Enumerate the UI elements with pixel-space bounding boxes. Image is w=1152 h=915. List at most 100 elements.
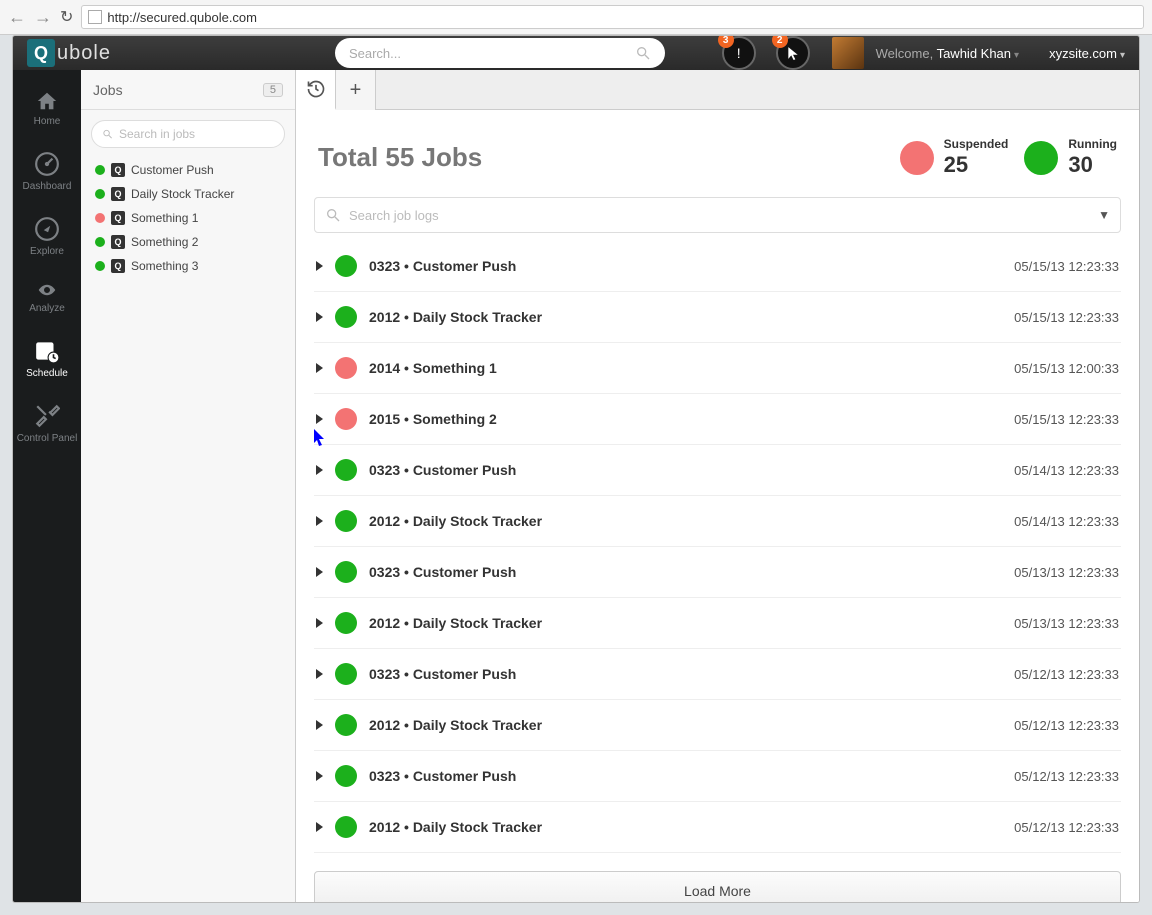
- expand-triangle-icon[interactable]: [316, 312, 323, 322]
- jobs-list-item[interactable]: QCustomer Push: [91, 158, 285, 182]
- status-dot-icon: [95, 189, 105, 199]
- home-icon: [34, 90, 60, 112]
- jobs-list-item[interactable]: QDaily Stock Tracker: [91, 182, 285, 206]
- log-search-input[interactable]: [349, 208, 1090, 223]
- log-row[interactable]: 2012 • Daily Stock Tracker 05/14/13 12:23…: [314, 496, 1121, 547]
- stat-running: Running 30: [1024, 138, 1117, 177]
- expand-triangle-icon[interactable]: [316, 363, 323, 373]
- jobs-summary: Total 55 Jobs Suspended 25: [314, 110, 1121, 197]
- tab-history[interactable]: [296, 70, 336, 110]
- nav-explore-label: Explore: [30, 246, 64, 257]
- log-row[interactable]: 2015 • Something 205/15/13 12:23:33: [314, 394, 1121, 445]
- alerts-button[interactable]: 3 !: [722, 36, 756, 70]
- log-timestamp: 05/12/13 12:23:33: [1014, 769, 1119, 784]
- query-chip-icon: Q: [111, 235, 125, 249]
- status-dot-icon: [335, 663, 357, 685]
- site-dropdown-label: xyzsite.com: [1049, 46, 1117, 61]
- log-row[interactable]: 2012 • Daily Stock Tracker05/12/13 12:23…: [314, 802, 1121, 853]
- global-search-input[interactable]: [349, 46, 635, 61]
- log-row[interactable]: 0323 • Customer Push05/15/13 12:23:33: [314, 241, 1121, 292]
- jobs-list-item[interactable]: Q Something 3: [91, 254, 285, 278]
- expand-triangle-icon[interactable]: [316, 414, 323, 424]
- nav-analyze[interactable]: Analyze: [13, 271, 81, 328]
- log-timestamp: 05/14/13 12:23:33: [1014, 463, 1119, 478]
- log-row[interactable]: 0323 • Customer Push05/12/13 12:23:33: [314, 649, 1121, 700]
- chevron-down-icon[interactable]: ▾: [1014, 50, 1019, 61]
- status-dot-icon: [335, 765, 357, 787]
- jobs-search-input[interactable]: [119, 127, 274, 141]
- log-row[interactable]: 0323 • Customer Push05/14/13 12:23:33: [314, 445, 1121, 496]
- jobs-item-label: Something 3: [131, 259, 198, 273]
- log-timestamp: 05/15/13 12:23:33: [1014, 259, 1119, 274]
- status-dot-icon: [335, 714, 357, 736]
- nav-control-panel[interactable]: Control Panel: [13, 393, 81, 458]
- flag-button[interactable]: 2: [776, 36, 810, 70]
- expand-triangle-icon[interactable]: [316, 261, 323, 271]
- log-text: 2014 • Something 1: [369, 360, 497, 376]
- expand-triangle-icon[interactable]: [316, 465, 323, 475]
- jobs-sidebar: Jobs 5 QCustomer PushQDaily Stock Tracke…: [81, 70, 296, 903]
- suspended-count: 25: [944, 152, 1009, 177]
- flag-badge: 2: [772, 35, 788, 48]
- log-row[interactable]: 2012 • Daily Stock Tracker05/15/13 12:23…: [314, 292, 1121, 343]
- log-text: 2012 • Daily Stock Tracker: [369, 615, 542, 631]
- expand-triangle-icon[interactable]: [316, 720, 323, 730]
- log-row[interactable]: 0323 • Customer Push05/13/13 12:23:33: [314, 547, 1121, 598]
- jobs-list-item[interactable]: QSomething 1: [91, 206, 285, 230]
- expand-triangle-icon[interactable]: [316, 618, 323, 628]
- nav-back-icon[interactable]: ←: [8, 7, 26, 28]
- logo-text: ubole: [57, 42, 111, 65]
- site-dropdown[interactable]: xyzsite.com▾: [1049, 46, 1125, 61]
- log-row[interactable]: 2012 • Daily Stock Tracker05/12/13 12:23…: [314, 700, 1121, 751]
- page-icon: [88, 10, 102, 24]
- expand-triangle-icon[interactable]: [316, 669, 323, 679]
- status-dot-icon: [95, 165, 105, 175]
- load-more-label: Load More: [684, 883, 751, 899]
- query-chip-icon: Q: [111, 259, 125, 273]
- reload-icon[interactable]: ↻: [60, 7, 73, 27]
- gauge-icon: [34, 151, 60, 177]
- log-row[interactable]: 2014 • Something 105/15/13 12:00:33: [314, 343, 1121, 394]
- avatar[interactable]: [832, 37, 864, 69]
- nav-dashboard[interactable]: Dashboard: [13, 141, 81, 206]
- log-row[interactable]: 2012 • Daily Stock Tracker05/13/13 12:23…: [314, 598, 1121, 649]
- running-count: 30: [1068, 152, 1117, 177]
- logo[interactable]: Q ubole: [27, 39, 111, 67]
- alert-icon: !: [737, 45, 741, 61]
- content-body[interactable]: Total 55 Jobs Suspended 25: [296, 110, 1139, 903]
- status-dot-icon: [335, 612, 357, 634]
- nav-schedule[interactable]: Schedule: [13, 328, 81, 393]
- nav-explore[interactable]: Explore: [13, 206, 81, 271]
- expand-triangle-icon[interactable]: [316, 516, 323, 526]
- expand-triangle-icon[interactable]: [316, 822, 323, 832]
- eye-icon: [34, 281, 60, 299]
- jobs-item-label: Something 1: [131, 211, 198, 225]
- expand-triangle-icon[interactable]: [316, 771, 323, 781]
- suspended-dot-icon: [900, 141, 934, 175]
- global-search[interactable]: [335, 38, 665, 68]
- log-row[interactable]: 0323 • Customer Push05/12/13 12:23:33: [314, 751, 1121, 802]
- jobs-search[interactable]: [91, 120, 285, 148]
- load-more-button[interactable]: Load More: [314, 871, 1121, 903]
- chevron-down-icon[interactable]: ▼: [1098, 208, 1110, 222]
- tab-new[interactable]: +: [336, 70, 376, 110]
- log-timestamp: 05/15/13 12:23:33: [1014, 310, 1119, 325]
- url-input[interactable]: [107, 10, 1137, 25]
- logo-mark: Q: [27, 39, 55, 67]
- jobs-item-label: Customer Push: [131, 163, 214, 177]
- jobs-list-item[interactable]: QSomething 2: [91, 230, 285, 254]
- log-timestamp: 05/14/13 12:23:33: [1014, 514, 1119, 529]
- search-icon: [635, 45, 651, 61]
- expand-triangle-icon[interactable]: [316, 567, 323, 577]
- content-tabs: +: [296, 70, 1139, 110]
- log-text: 2012 • Daily Stock Tracker: [369, 513, 542, 529]
- log-timestamp: 05/12/13 12:23:33: [1014, 820, 1119, 835]
- nav-home[interactable]: Home: [13, 80, 81, 141]
- address-bar[interactable]: [81, 5, 1144, 29]
- browser-chrome: ← → ↻: [0, 0, 1152, 35]
- content-pane: + Total 55 Jobs Suspended 25: [296, 70, 1139, 903]
- log-timestamp: 05/13/13 12:23:33: [1014, 565, 1119, 580]
- log-search[interactable]: ▼: [314, 197, 1121, 233]
- alerts-badge: 3: [718, 35, 734, 48]
- app-window: Q ubole 3 ! 2 Welcome, Tawhid Khan▾ xyzs…: [12, 35, 1140, 903]
